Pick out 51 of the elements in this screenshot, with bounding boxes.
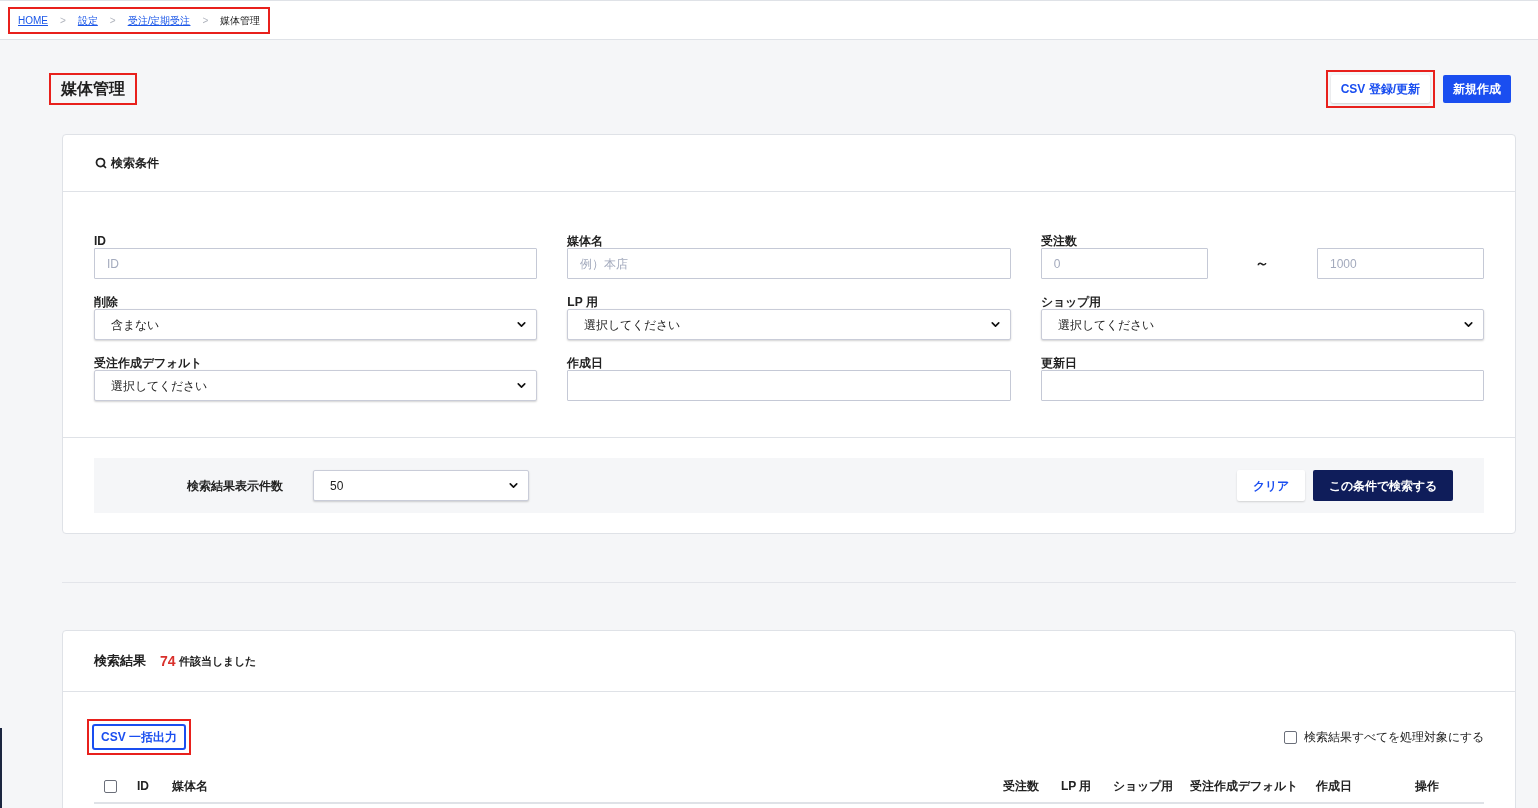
field-label: LP 用 — [567, 295, 599, 309]
breadcrumb-separator: > — [109, 13, 116, 28]
field-label: ショップ用 — [1040, 295, 1102, 309]
result-count: 74 — [160, 651, 176, 671]
button[interactable]: 新規作成 — [1443, 75, 1511, 103]
button[interactable]: クリア — [1237, 470, 1305, 501]
column-header: 媒体名 — [172, 779, 208, 793]
input-field[interactable]: 例）本店 — [567, 248, 1011, 279]
checkbox-label: 検索結果すべてを処理対象にする — [1304, 729, 1484, 746]
button[interactable]: この条件で検索する — [1313, 470, 1453, 501]
column-header: ID — [137, 779, 149, 793]
field-label: 削除 — [94, 295, 119, 309]
field-label: 更新日 — [1040, 356, 1078, 370]
input-field[interactable]: 0 — [1040, 248, 1208, 279]
column-header: 受注数 — [1003, 779, 1039, 793]
checkbox[interactable] — [1284, 730, 1297, 744]
field-label: 受注数 — [1040, 234, 1078, 248]
page-title: 媒体管理 — [49, 73, 137, 105]
breadcrumb-link[interactable]: 設定 — [77, 12, 98, 28]
select-field[interactable]: 含まない — [94, 309, 538, 340]
breadcrumb-link[interactable]: HOME — [18, 12, 48, 28]
input-field[interactable] — [567, 370, 1011, 401]
column-header: 受注作成デフォルト — [1190, 779, 1298, 793]
select-field[interactable]: 選択してください — [567, 309, 1011, 340]
field-label: 媒体名 — [567, 234, 605, 248]
checkbox[interactable] — [104, 779, 117, 793]
column-header: LP 用 — [1061, 779, 1092, 793]
result-count-label: 件該当しました — [178, 653, 256, 669]
column-header: 作成日 — [1316, 779, 1352, 793]
field-label: ID — [94, 234, 107, 248]
export-button[interactable]: CSV 一括出力 — [92, 724, 186, 750]
breadcrumb-separator: > — [60, 13, 66, 28]
panel-title: 検索結果 — [94, 652, 146, 671]
button[interactable]: CSV 登録/更新 — [1330, 75, 1430, 103]
column-header: 操作 — [1415, 779, 1439, 793]
field-label: 作成日 — [567, 356, 605, 370]
select-field[interactable]: 50 — [313, 470, 529, 501]
select-field[interactable]: 選択してください — [94, 370, 538, 401]
range-separator: ～ — [1255, 254, 1270, 273]
breadcrumb-link[interactable]: 受注/定期受注 — [127, 12, 191, 28]
panel-title: 検索条件 — [111, 155, 159, 172]
search-icon — [95, 157, 107, 169]
breadcrumb-separator: > — [202, 13, 209, 28]
field-label: 受注作成デフォルト — [94, 356, 203, 370]
input-field[interactable]: ID — [94, 248, 538, 279]
breadcrumb-current: 媒体管理 — [220, 13, 261, 28]
per-page-label: 検索結果表示件数 — [187, 477, 283, 495]
column-header: ショップ用 — [1113, 779, 1173, 793]
select-field[interactable]: 選択してください — [1040, 309, 1484, 340]
input-field[interactable]: 1000 — [1317, 248, 1484, 279]
input-field[interactable] — [1040, 370, 1484, 401]
